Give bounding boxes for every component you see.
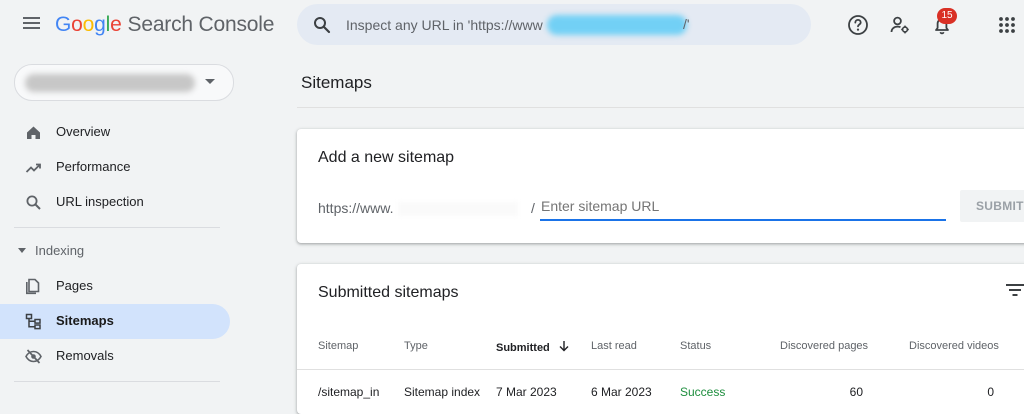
page-title: Sitemaps xyxy=(301,73,372,92)
search-icon xyxy=(314,17,331,34)
property-selector[interactable] xyxy=(14,64,234,101)
column-header-type[interactable]: Type xyxy=(404,340,428,352)
sidebar-item-label: Performance xyxy=(56,159,131,174)
product-name: Search Console xyxy=(127,13,275,36)
trending-up-icon xyxy=(25,163,41,173)
apps-grid-icon[interactable] xyxy=(996,14,1018,36)
sidebar-section-indexing[interactable]: Indexing xyxy=(0,236,230,266)
sidebar-item-label: URL inspection xyxy=(56,194,144,209)
hamburger-menu-icon[interactable] xyxy=(22,15,42,31)
pages-icon xyxy=(26,278,40,295)
redacted-domain-blur xyxy=(547,15,687,35)
url-inspection-search-box[interactable]: /' xyxy=(297,4,811,45)
column-header-submitted[interactable]: Submitted xyxy=(496,340,570,354)
column-header-status[interactable]: Status xyxy=(680,340,711,352)
cell-type: Sitemap index xyxy=(404,385,481,399)
column-header-discovered-pages[interactable]: Discovered pages xyxy=(780,340,868,352)
search-placeholder-suffix: /' xyxy=(683,16,690,32)
sidebar-divider xyxy=(14,381,220,382)
cell-discovered-pages: 60 xyxy=(849,385,863,399)
top-app-bar: GoogleSearch Console /' 15 xyxy=(0,0,1024,52)
sitemap-url-input[interactable] xyxy=(540,193,946,221)
sidebar-item-url-inspection[interactable]: URL inspection xyxy=(0,185,230,220)
sidebar-item-performance[interactable]: Performance xyxy=(0,150,230,185)
collapse-caret-icon xyxy=(18,248,26,253)
submit-button[interactable]: SUBMIT xyxy=(960,190,1024,222)
sidebar-item-label: Sitemaps xyxy=(56,313,114,328)
redacted-domain-blur xyxy=(398,202,518,216)
column-header-label: Submitted xyxy=(496,342,550,354)
cell-sitemap: /sitemap_in xyxy=(318,385,380,399)
search-icon xyxy=(26,195,41,210)
url-slash: / xyxy=(531,200,535,216)
cell-discovered-videos: 0 xyxy=(987,385,994,399)
sidebar-divider xyxy=(14,227,220,228)
sidebar-item-sitemaps[interactable]: Sitemaps xyxy=(0,304,230,339)
logo-letter: o xyxy=(71,13,83,36)
notification-count-badge: 15 xyxy=(937,8,957,24)
sidebar-section-label: Indexing xyxy=(35,243,85,258)
sidebar-item-label: Pages xyxy=(56,278,93,293)
sidebar-item-label: Removals xyxy=(56,348,114,363)
card-title: Submitted sitemaps xyxy=(318,284,459,301)
cell-submitted: 7 Mar 2023 xyxy=(496,385,557,399)
column-header-sitemap[interactable]: Sitemap xyxy=(318,340,358,352)
logo-letter: g xyxy=(94,13,106,36)
column-header-last-read[interactable]: Last read xyxy=(591,340,637,352)
eye-off-icon xyxy=(25,349,42,364)
card-title: Add a new sitemap xyxy=(318,149,455,166)
search-console-logo[interactable]: Google Search Console xyxy=(55,13,274,37)
sidebar-item-removals[interactable]: Removals xyxy=(0,339,230,374)
logo-letter: o xyxy=(82,13,95,36)
logo-letter: e xyxy=(110,13,122,36)
add-sitemap-card: Add a new sitemap https://www. / SUBMIT xyxy=(297,129,1024,243)
submitted-sitemaps-card: Submitted sitemaps Sitemap Type Submitte… xyxy=(297,264,1024,414)
home-icon xyxy=(27,126,40,139)
sidebar-item-pages[interactable]: Pages xyxy=(0,269,230,304)
filter-icon[interactable] xyxy=(1006,283,1024,297)
column-header-discovered-videos[interactable]: Discovered videos xyxy=(909,340,999,352)
sidebar-item-overview[interactable]: Overview xyxy=(0,115,230,150)
cell-last-read: 6 Mar 2023 xyxy=(591,385,652,399)
title-divider xyxy=(297,107,1024,108)
sidebar-item-label: Overview xyxy=(56,124,111,139)
sitemap-icon xyxy=(25,313,41,330)
cell-status: Success xyxy=(680,385,726,399)
table-header-divider xyxy=(297,369,1024,370)
manage-users-icon[interactable] xyxy=(889,14,911,36)
redacted-property-blur xyxy=(25,74,195,92)
logo-letter: G xyxy=(55,13,72,36)
sort-arrow-down-icon xyxy=(559,341,569,352)
help-icon[interactable] xyxy=(847,14,869,36)
sitemap-url-prefix: https://www. xyxy=(318,200,394,216)
caret-down-icon xyxy=(205,79,215,84)
